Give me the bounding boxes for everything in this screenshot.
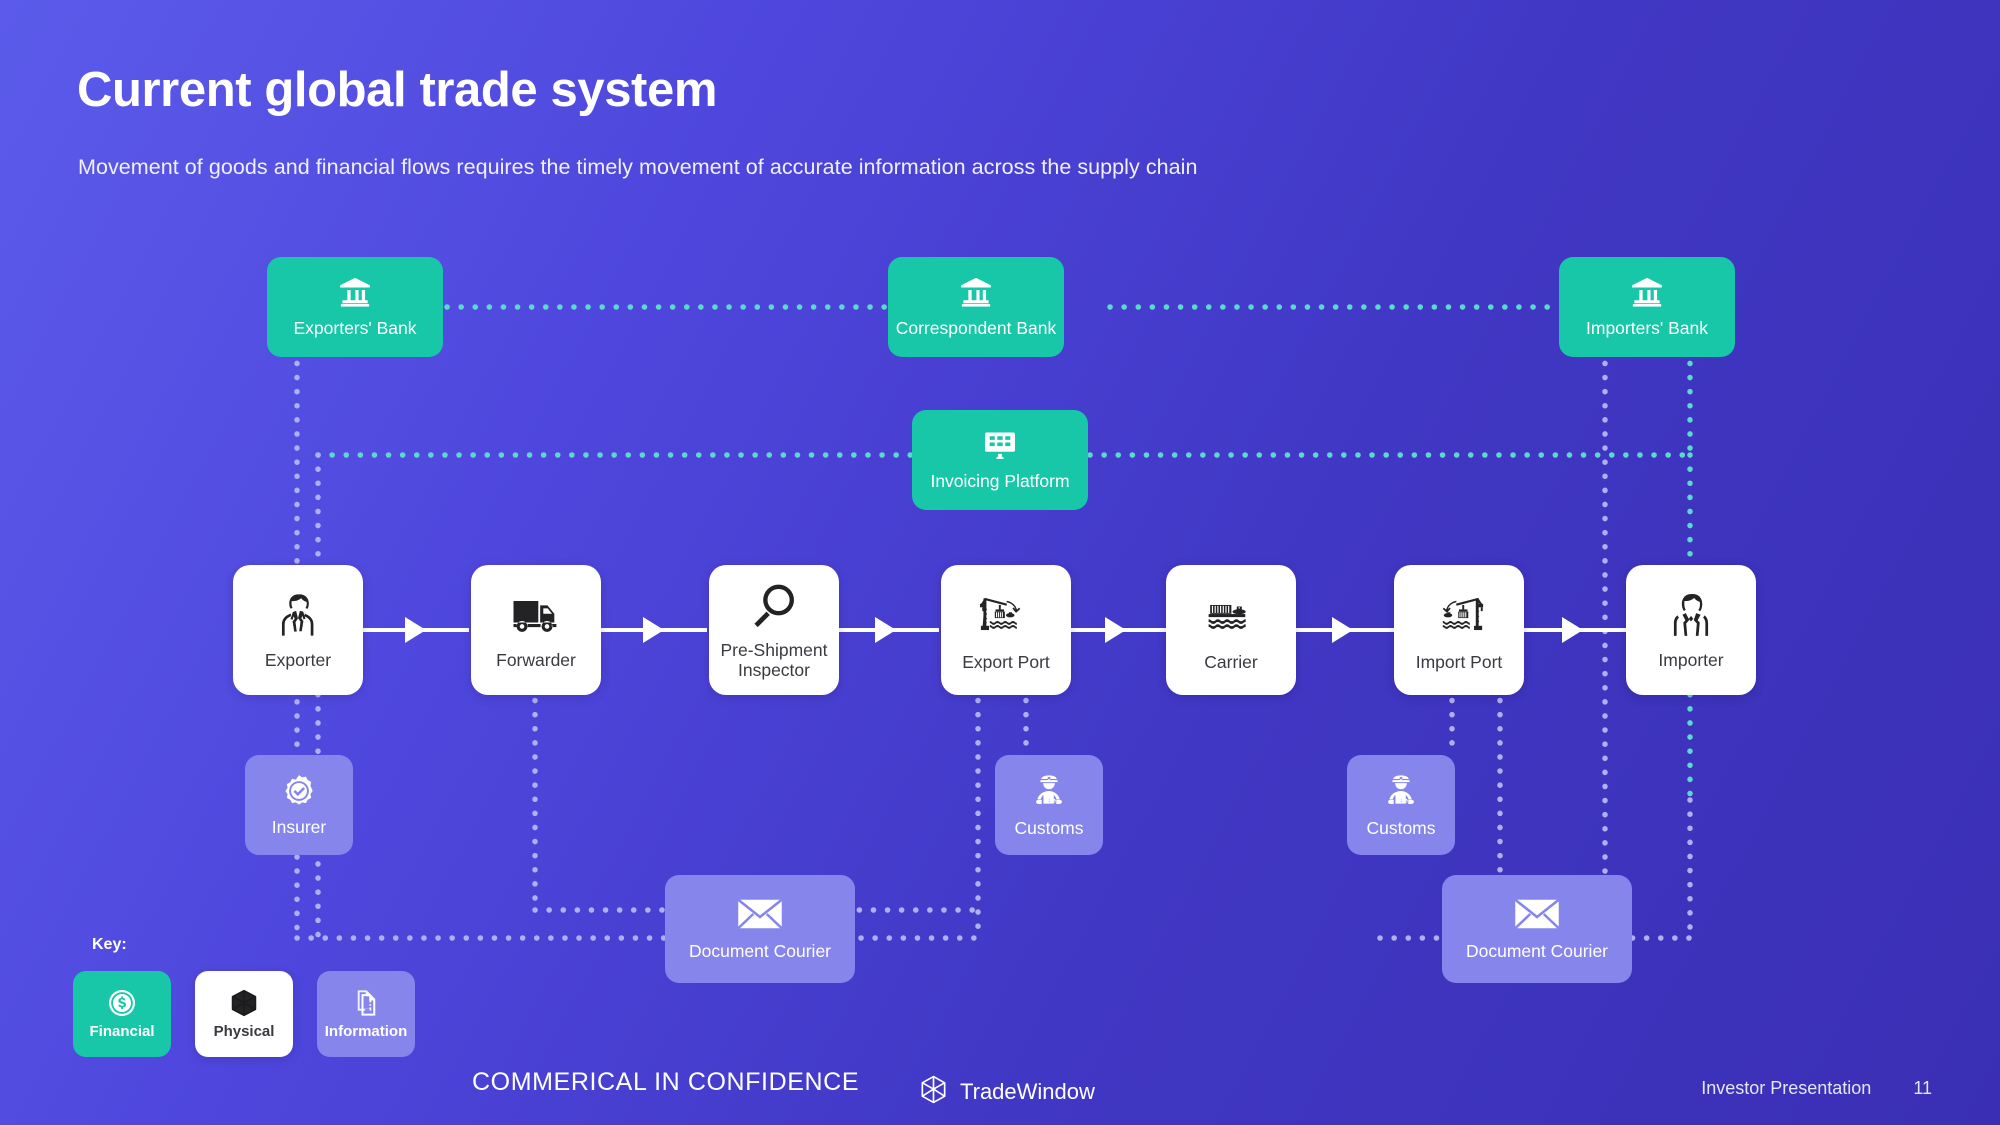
node-carrier[interactable]: Carrier	[1166, 565, 1296, 695]
flow-arrow-head	[1105, 617, 1126, 643]
node-label: Exporters' Bank	[293, 318, 417, 339]
badge-check-icon	[281, 773, 317, 809]
page-number: 11	[1913, 1078, 1932, 1098]
cargo-ship-icon	[1204, 588, 1258, 642]
node-insurer[interactable]: Insurer	[245, 755, 353, 855]
node-document-courier-export[interactable]: Document Courier	[665, 875, 855, 983]
customs-officer-icon	[1030, 772, 1068, 810]
node-label: Document Courier	[1466, 941, 1608, 962]
deck-name: Investor Presentation	[1701, 1078, 1872, 1098]
flow-arrow-head	[875, 617, 896, 643]
node-label: Carrier	[1204, 651, 1258, 672]
connector-lines	[294, 304, 1698, 943]
node-label: Customs	[1366, 817, 1436, 838]
envelope-icon	[736, 896, 784, 932]
flow-arrow-head	[643, 617, 664, 643]
node-label: Import Port	[1415, 651, 1503, 672]
node-document-courier-import[interactable]: Document Courier	[1442, 875, 1632, 983]
brand-lockup: TradeWindow	[920, 1075, 1095, 1109]
node-forwarder[interactable]: Forwarder	[471, 565, 601, 695]
node-customs-export[interactable]: Customs	[995, 755, 1103, 855]
node-label: Customs	[1014, 817, 1084, 838]
confidentiality-notice: COMMERICAL IN CONFIDENCE	[472, 1068, 860, 1096]
dollar-coin-icon	[107, 988, 137, 1018]
key-item-financial: Financial	[73, 971, 171, 1057]
businessman-icon	[273, 590, 323, 640]
slide-canvas: Current global trade system Movement of …	[0, 0, 2000, 1125]
truck-icon	[511, 590, 561, 640]
bank-icon	[959, 275, 993, 309]
node-invoicing-platform[interactable]: Invoicing Platform	[912, 410, 1088, 510]
crane-unloading-icon	[1432, 588, 1486, 642]
node-label: Correspondent Bank	[895, 318, 1057, 339]
monitor-grid-icon	[983, 428, 1017, 462]
flow-arrow-head	[1332, 617, 1353, 643]
crane-loading-icon	[979, 588, 1033, 642]
brand-name: TradeWindow	[960, 1079, 1095, 1104]
node-correspondent-bank[interactable]: Correspondent Bank	[888, 257, 1064, 357]
node-export-port[interactable]: Export Port	[941, 565, 1071, 695]
node-label: Exporter	[264, 649, 332, 670]
businesswoman-icon	[1666, 590, 1716, 640]
node-customs-import[interactable]: Customs	[1347, 755, 1455, 855]
key-title: Key:	[92, 936, 127, 953]
node-label: Invoicing Platform	[930, 471, 1070, 492]
bank-icon	[1630, 275, 1664, 309]
node-label: Importer	[1658, 649, 1724, 670]
key-item-physical: Physical	[195, 971, 293, 1057]
flow-arrow-head	[1562, 617, 1583, 643]
node-label: Insurer	[271, 816, 327, 837]
key-item-label: Financial	[89, 1022, 155, 1040]
key-item-label: Information	[324, 1022, 408, 1040]
node-import-port[interactable]: Import Port	[1394, 565, 1524, 695]
tradewindow-logo-icon	[920, 1075, 947, 1109]
node-importers-bank[interactable]: Importers' Bank	[1559, 257, 1735, 357]
node-label: Forwarder	[496, 649, 576, 670]
footer-right: Investor Presentation 11	[1701, 1078, 1932, 1099]
bank-icon	[338, 275, 372, 309]
key-item-label: Physical	[213, 1022, 275, 1040]
node-label: Pre-Shipment Inspector	[720, 639, 828, 680]
document-icon	[351, 988, 381, 1018]
cube-icon	[229, 988, 259, 1018]
node-importer[interactable]: Importer	[1626, 565, 1756, 695]
node-exporter[interactable]: Exporter	[233, 565, 363, 695]
envelope-icon	[1513, 896, 1561, 932]
node-label: Export Port	[962, 651, 1050, 672]
node-exporters-bank[interactable]: Exporters' Bank	[267, 257, 443, 357]
node-label: Document Courier	[689, 941, 831, 962]
node-label: Importers' Bank	[1586, 318, 1708, 339]
customs-officer-icon	[1382, 772, 1420, 810]
node-pre-shipment-inspector[interactable]: Pre-Shipment Inspector	[709, 565, 839, 695]
key-item-information: Information	[317, 971, 415, 1057]
magnifier-icon	[749, 580, 799, 630]
flow-arrow-head	[405, 617, 426, 643]
